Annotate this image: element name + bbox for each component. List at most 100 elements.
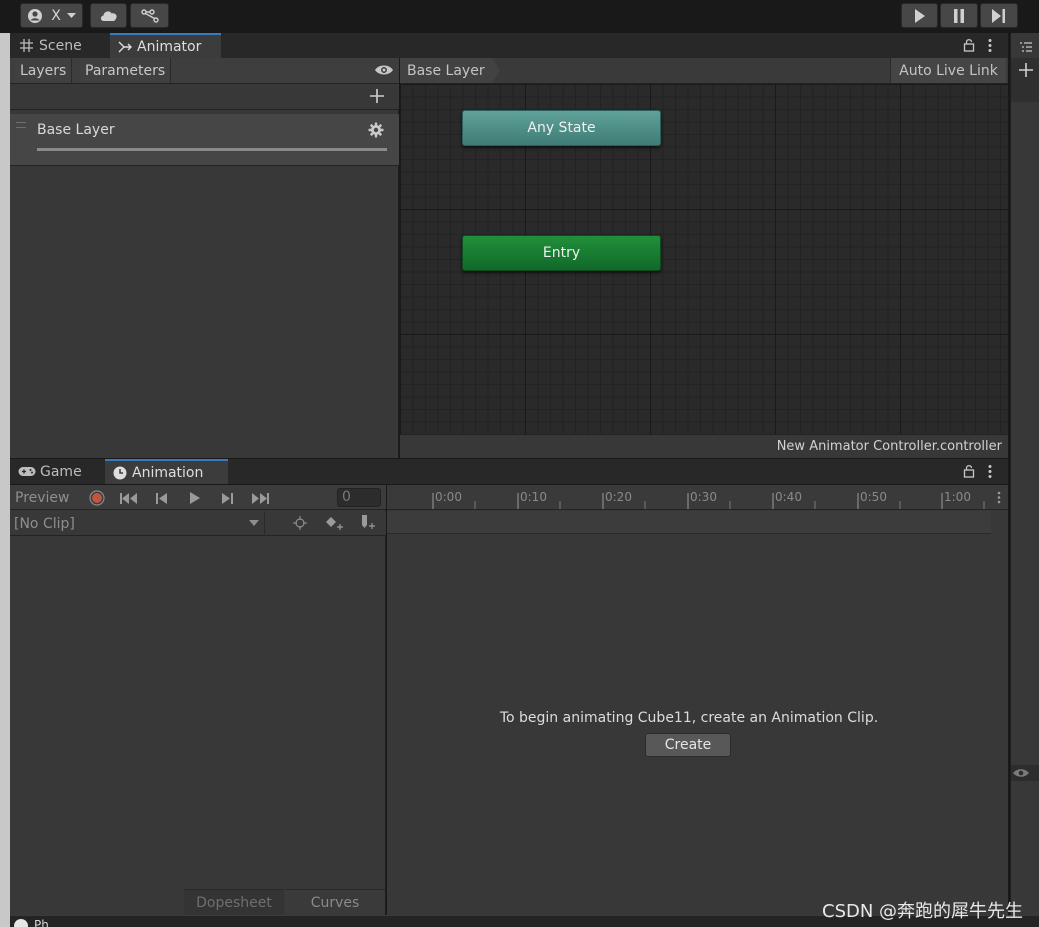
chevron-down-icon bbox=[66, 12, 76, 18]
play-icon bbox=[914, 8, 925, 23]
step-icon bbox=[992, 8, 1005, 23]
tick-label: 0:40 bbox=[775, 490, 802, 504]
panel-menu-icon[interactable] bbox=[986, 38, 994, 53]
parameters-tab[interactable]: Parameters bbox=[80, 58, 172, 83]
timeline-menu-icon[interactable] bbox=[996, 490, 1002, 505]
add-icon[interactable] bbox=[1018, 62, 1034, 78]
sample-position-button[interactable] bbox=[288, 513, 312, 533]
gear-icon[interactable] bbox=[368, 122, 384, 142]
layers-pane: Layers Parameters Base Layer bbox=[10, 58, 399, 458]
create-clip-button[interactable]: Create bbox=[645, 733, 731, 757]
first-keyframe-button[interactable] bbox=[117, 488, 141, 508]
tab-scene-label: Scene bbox=[39, 37, 82, 54]
drag-handle-icon[interactable] bbox=[16, 122, 26, 128]
skip-end-icon bbox=[252, 492, 269, 504]
main-toolbar: X bbox=[0, 0, 1039, 33]
layers-add-row bbox=[10, 84, 399, 110]
any-state-label: Any State bbox=[527, 120, 596, 136]
grid-icon bbox=[20, 39, 33, 52]
chevron-down-icon bbox=[249, 520, 259, 526]
tick-label: 0:30 bbox=[690, 490, 717, 504]
record-icon bbox=[89, 490, 105, 506]
play-animation-button[interactable] bbox=[184, 488, 206, 508]
frame-input[interactable]: 0 bbox=[337, 488, 381, 507]
add-icon bbox=[370, 89, 384, 103]
pause-button[interactable] bbox=[940, 3, 978, 28]
eye-icon[interactable] bbox=[374, 63, 394, 81]
clip-dropdown-label: [No Clip] bbox=[14, 515, 75, 532]
animation-left-pane: Preview 0 [No Clip] Dopesheet Curves bbox=[10, 485, 386, 915]
previous-keyframe-button[interactable] bbox=[150, 488, 172, 508]
timeline-ruler[interactable]: 0:00 0:10 0:20 0:30 0:40 0:50 1:00 bbox=[387, 485, 1008, 510]
empty-message: To begin animating Cube11, create an Ani… bbox=[499, 710, 879, 726]
add-event-icon bbox=[362, 515, 375, 529]
collab-icon bbox=[140, 8, 159, 23]
preview-toggle[interactable]: Preview bbox=[10, 485, 80, 510]
account-label: X bbox=[51, 7, 61, 24]
account-dropdown[interactable]: X bbox=[20, 3, 83, 28]
any-state-node[interactable]: Any State bbox=[462, 110, 661, 146]
cloud-icon bbox=[100, 11, 117, 21]
auto-live-link-button[interactable]: Auto Live Link bbox=[890, 58, 1006, 83]
add-event-button[interactable] bbox=[356, 513, 380, 533]
entry-node[interactable]: Entry bbox=[462, 235, 661, 271]
right-side-panel bbox=[1010, 33, 1039, 915]
info-icon bbox=[14, 919, 28, 927]
animation-timeline-pane: 0:00 0:10 0:20 0:30 0:40 0:50 1:00 To be… bbox=[387, 485, 1008, 915]
layers-subtab-bar: Layers Parameters bbox=[10, 58, 399, 84]
layer-item[interactable]: Base Layer bbox=[10, 114, 399, 166]
dopesheet-tab[interactable]: Dopesheet bbox=[184, 889, 284, 915]
add-keyframe-button[interactable] bbox=[322, 513, 348, 533]
account-icon bbox=[28, 8, 43, 23]
breadcrumb[interactable]: Base Layer bbox=[400, 58, 500, 83]
tab-animator[interactable]: Animator bbox=[110, 33, 221, 58]
clip-dropdown[interactable]: [No Clip] bbox=[10, 511, 265, 536]
tab-animation[interactable]: Animation bbox=[105, 459, 228, 484]
tick-label: 0:50 bbox=[860, 490, 887, 504]
tab-scene[interactable]: Scene bbox=[12, 33, 90, 58]
record-button[interactable] bbox=[86, 488, 108, 508]
left-edge-strip bbox=[0, 33, 10, 927]
panel-menu-icon[interactable] bbox=[986, 464, 994, 479]
collab-button[interactable] bbox=[130, 3, 169, 28]
gamepad-icon bbox=[18, 467, 36, 476]
state-machine-graph[interactable]: Any State Entry bbox=[400, 84, 1008, 435]
last-keyframe-button[interactable] bbox=[248, 488, 272, 508]
entry-label: Entry bbox=[542, 245, 581, 261]
right-panel-header bbox=[1011, 58, 1039, 102]
watermark: CSDN @奔跑的犀牛先生 bbox=[822, 901, 1024, 922]
breadcrumb-label: Base Layer bbox=[407, 62, 485, 79]
step-button[interactable] bbox=[980, 3, 1018, 28]
tick-label: 0:00 bbox=[435, 490, 462, 504]
add-layer-button[interactable] bbox=[369, 88, 385, 104]
animator-icon bbox=[118, 41, 132, 52]
play-button[interactable] bbox=[901, 3, 938, 28]
skip-start-icon bbox=[120, 492, 137, 504]
pause-icon bbox=[954, 8, 964, 23]
clock-icon bbox=[113, 466, 127, 479]
tab-game-label: Game bbox=[40, 463, 82, 480]
curves-tab[interactable]: Curves bbox=[285, 889, 385, 915]
layer-weight-bar bbox=[37, 148, 387, 151]
hierarchy-list-icon[interactable] bbox=[1015, 37, 1037, 57]
lock-icon[interactable] bbox=[963, 464, 975, 478]
layers-tab[interactable]: Layers bbox=[15, 58, 73, 83]
play-icon bbox=[190, 492, 200, 504]
next-keyframe-button[interactable] bbox=[216, 488, 238, 508]
crosshair-icon bbox=[293, 516, 307, 530]
visibility-eye-icon[interactable] bbox=[1011, 765, 1039, 781]
graph-header: Base Layer Auto Live Link bbox=[400, 58, 1008, 84]
animation-controls-bar: Preview 0 bbox=[10, 485, 386, 510]
tick-label: 1:00 bbox=[944, 490, 971, 504]
event-track[interactable] bbox=[387, 511, 991, 534]
tick-label: 0:20 bbox=[605, 490, 632, 504]
previous-icon bbox=[155, 492, 167, 504]
layer-name: Base Layer bbox=[37, 122, 115, 138]
tab-game[interactable]: Game bbox=[10, 459, 90, 484]
controller-name: New Animator Controller.controller bbox=[400, 435, 1008, 458]
lock-icon[interactable] bbox=[963, 38, 975, 52]
cloud-button[interactable] bbox=[90, 3, 127, 28]
tab-animator-label: Animator bbox=[137, 38, 202, 55]
tick-label: 0:10 bbox=[520, 490, 547, 504]
top-panel-tabbar: Scene Animator bbox=[10, 33, 1008, 58]
